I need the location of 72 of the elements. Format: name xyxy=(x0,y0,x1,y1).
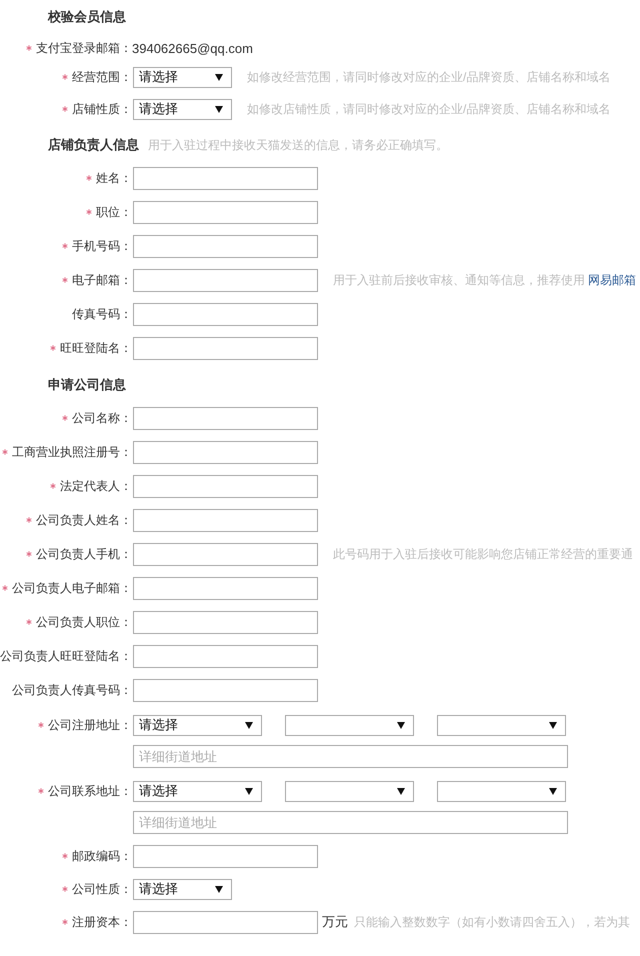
dropdown[interactable] xyxy=(285,780,414,802)
dropdown[interactable]: 请选择 xyxy=(133,714,262,736)
caret-icon xyxy=(215,106,223,112)
field-label: 手机号码： xyxy=(72,238,132,254)
section-heading: 申请公司信息 xyxy=(48,376,126,394)
field-label: 公司名称： xyxy=(72,410,132,426)
email-link[interactable]: 网易邮箱 xyxy=(588,272,636,286)
caret-icon xyxy=(549,722,557,728)
input-field[interactable] xyxy=(133,200,318,224)
input-field[interactable] xyxy=(133,542,318,566)
field-label: 法定代表人： xyxy=(60,478,132,494)
dropdown[interactable]: 请选择 xyxy=(133,878,232,900)
caret-icon xyxy=(549,788,557,794)
field-label: 公司负责人电子邮箱： xyxy=(12,580,132,596)
hint-text: 如修改店铺性质，请同时修改对应的企业/品牌资质、店铺名称和域名 xyxy=(247,100,610,118)
section-heading: 店铺负责人信息 xyxy=(48,136,139,154)
dropdown[interactable]: 请选择 xyxy=(133,780,262,802)
field-label: 公司负责人职位： xyxy=(36,614,132,630)
address-field[interactable]: 详细街道地址 xyxy=(133,811,568,834)
input-field[interactable] xyxy=(133,610,318,634)
hint-text: 用于入驻前后接收审核、通知等信息，推荐使用 网易邮箱 xyxy=(333,272,636,288)
field-label: 姓名： xyxy=(96,170,132,186)
input-field[interactable] xyxy=(133,336,318,360)
caret-icon xyxy=(245,722,253,728)
field-label: 公司负责人旺旺登陆名： xyxy=(0,648,132,664)
field-value: 394062665@qq.com xyxy=(132,40,253,56)
field-label: 电子邮箱： xyxy=(72,272,132,288)
field-label: 传真号码： xyxy=(72,306,132,322)
section-heading: 校验会员信息 xyxy=(48,8,126,26)
field-label: 职位： xyxy=(96,204,132,220)
caret-icon xyxy=(215,74,223,80)
field-label: 店铺性质： xyxy=(72,100,132,118)
field-label: 经营范围： xyxy=(72,68,132,86)
input-field[interactable] xyxy=(133,678,318,702)
input-field[interactable] xyxy=(133,644,318,668)
caret-icon xyxy=(397,788,405,794)
unit-label: 万元 xyxy=(322,913,348,931)
field-label: 公司注册地址： xyxy=(48,716,132,734)
hint-text: 如修改经营范围，请同时修改对应的企业/品牌资质、店铺名称和域名 xyxy=(247,68,610,86)
field-label: 注册资本： xyxy=(72,914,132,930)
input-field[interactable] xyxy=(133,576,318,600)
input-field[interactable] xyxy=(133,440,318,464)
field-label: 公司负责人传真号码： xyxy=(12,682,132,698)
hint-text: 此号码用于入驻后接收可能影响您店铺正常经营的重要通 xyxy=(333,546,633,562)
input-field[interactable] xyxy=(133,268,318,292)
dropdown[interactable]: 请选择 xyxy=(133,98,232,120)
input-field[interactable] xyxy=(133,474,318,498)
field-label: 公司性质： xyxy=(72,880,132,898)
input-field[interactable] xyxy=(133,234,318,258)
input-field[interactable] xyxy=(133,910,318,934)
section-note: 用于入驻过程中接收天猫发送的信息，请务必正确填写。 xyxy=(148,136,448,154)
address-field[interactable]: 详细街道地址 xyxy=(133,745,568,768)
field-label: 工商营业执照注册号： xyxy=(12,444,132,460)
field-label: 公司联系地址： xyxy=(48,782,132,800)
dropdown[interactable] xyxy=(285,714,414,736)
input-field[interactable] xyxy=(133,508,318,532)
input-field[interactable] xyxy=(133,302,318,326)
dropdown[interactable] xyxy=(437,780,566,802)
hint-text: 只能输入整数数字（如有小数请四舍五入），若为其 xyxy=(354,914,630,930)
caret-icon xyxy=(245,788,253,794)
input-field[interactable] xyxy=(133,406,318,430)
caret-icon xyxy=(215,886,223,892)
input-field[interactable] xyxy=(133,166,318,190)
input-field[interactable] xyxy=(133,844,318,868)
field-label: 支付宝登录邮箱： xyxy=(36,40,132,56)
dropdown[interactable]: 请选择 xyxy=(133,66,232,88)
field-label: 公司负责人姓名： xyxy=(36,512,132,528)
field-label: 旺旺登陆名： xyxy=(60,340,132,356)
caret-icon xyxy=(397,722,405,728)
field-label: 公司负责人手机： xyxy=(36,546,132,562)
field-label: 邮政编码： xyxy=(72,848,132,864)
dropdown[interactable] xyxy=(437,714,566,736)
